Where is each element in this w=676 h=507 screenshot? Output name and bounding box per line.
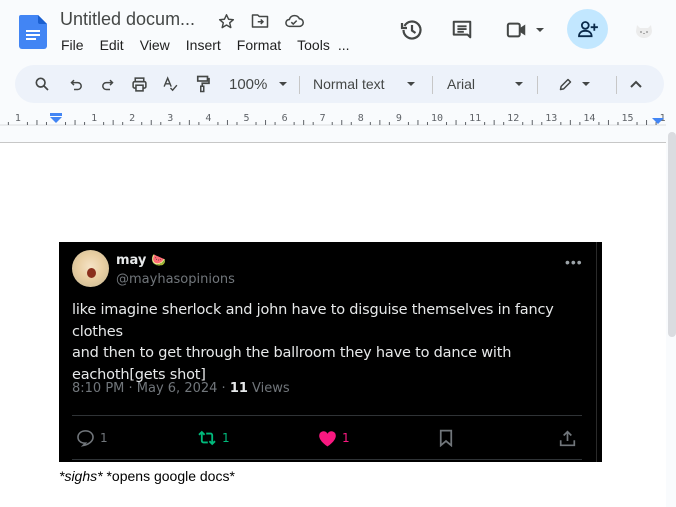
- undo-icon[interactable]: [65, 65, 87, 103]
- body-text: *opens google docs*: [102, 468, 235, 484]
- reply-icon: [77, 430, 94, 447]
- share-button[interactable]: [567, 9, 608, 49]
- ruler-label: 10: [431, 113, 443, 124]
- views-count: 11: [229, 381, 248, 396]
- font-value: Arial: [447, 76, 476, 92]
- ruler-label: 11: [469, 113, 481, 124]
- ruler-label: 4: [205, 113, 211, 124]
- google-docs-icon[interactable]: [19, 15, 47, 49]
- tweet-timestamp: 8:10 PM · May 6, 2024 · 11 Views: [72, 381, 290, 396]
- ruler-label: 13: [545, 113, 557, 124]
- ruler-label: 3: [167, 113, 173, 124]
- tweet-text: like imagine sherlock and john have to d…: [72, 300, 587, 386]
- caret-down-icon: [515, 82, 523, 86]
- caret-down-icon: [536, 28, 544, 32]
- tweet-text-line: and then to get through the ballroom the…: [72, 345, 512, 361]
- video-call-icon: [506, 22, 526, 38]
- scrollbar-thumb[interactable]: [668, 132, 676, 337]
- toolbar-divider: [537, 76, 538, 94]
- cloud-saved-icon[interactable]: [284, 11, 304, 31]
- hide-menus-button[interactable]: [627, 65, 645, 103]
- title-bar: Untitled docum... File Edit View Insert …: [0, 0, 676, 62]
- search-icon[interactable]: [31, 65, 53, 103]
- ruler-label: 5: [243, 113, 249, 124]
- embedded-tweet-image[interactable]: may 🍉 @mayhasopinions ••• like imagine s…: [59, 242, 602, 462]
- comments-icon[interactable]: [447, 12, 477, 48]
- share-upload-icon: [559, 429, 576, 446]
- add-person-icon: [577, 21, 598, 38]
- toolbar-divider: [299, 76, 300, 94]
- ruler-label: 14: [583, 113, 595, 124]
- paint-format-icon[interactable]: [192, 65, 214, 103]
- zoom-value: 100%: [229, 75, 268, 93]
- left-indent-marker[interactable]: [50, 113, 62, 123]
- toolbar-divider: [616, 76, 617, 94]
- pencil-edit-icon: [559, 78, 572, 90]
- formatting-toolbar: 100% Normal text Arial: [15, 65, 664, 103]
- caret-down-icon: [582, 82, 590, 86]
- watermelon-emoji: 🍉: [150, 253, 166, 267]
- profile-avatar[interactable]: [633, 20, 655, 40]
- paragraph-style-select[interactable]: Normal text: [313, 65, 417, 103]
- document-text-line[interactable]: *sighs* *opens google docs*: [59, 468, 235, 484]
- editing-mode-select[interactable]: [555, 65, 593, 103]
- video-call-button[interactable]: [503, 12, 547, 48]
- tweet-author-handle: @mayhasopinions: [116, 272, 235, 287]
- share-action: [559, 427, 576, 449]
- chevron-up-icon: [630, 80, 642, 88]
- menu-more[interactable]: ...: [338, 37, 350, 53]
- tweet-author-name: may 🍉: [116, 253, 166, 268]
- ruler-label: 8: [358, 113, 364, 124]
- image-border: [596, 242, 597, 462]
- tweet-divider: [72, 459, 582, 460]
- retweet-icon: [198, 430, 216, 446]
- menu-insert[interactable]: Insert: [186, 37, 221, 53]
- ruler-label: 9: [396, 113, 402, 124]
- font-select[interactable]: Arial: [447, 65, 525, 103]
- document-title[interactable]: Untitled docum...: [60, 9, 195, 30]
- menu-view[interactable]: View: [140, 37, 170, 53]
- menu-tools[interactable]: Tools: [297, 37, 330, 53]
- caret-down-icon: [279, 82, 288, 86]
- ruler-label: 15: [621, 113, 633, 124]
- menu-bar: File Edit View Insert Format Tools ...: [61, 37, 366, 53]
- heart-icon: [319, 430, 336, 446]
- menu-edit[interactable]: Edit: [100, 37, 124, 53]
- like-action: 1: [318, 427, 350, 449]
- zoom-select[interactable]: 100%: [225, 65, 291, 103]
- bookmark-action: [439, 427, 453, 449]
- toolbar-divider: [432, 76, 433, 94]
- ruler-label: 1: [91, 113, 97, 124]
- redo-icon[interactable]: [96, 65, 118, 103]
- menu-file[interactable]: File: [61, 37, 84, 53]
- more-options-icon: •••: [565, 254, 583, 270]
- paragraph-style-value: Normal text: [313, 76, 385, 92]
- horizontal-ruler[interactable]: 123456789101112131415161: [0, 110, 666, 132]
- ruler-label: 12: [507, 113, 519, 124]
- version-history-icon[interactable]: [397, 12, 427, 48]
- print-icon[interactable]: [128, 65, 150, 103]
- star-icon[interactable]: [216, 11, 236, 31]
- tweet-divider: [72, 415, 582, 416]
- menu-format[interactable]: Format: [237, 37, 281, 53]
- italic-text: *sighs*: [59, 468, 103, 484]
- ruler-label: 2: [129, 113, 135, 124]
- spellcheck-icon[interactable]: [159, 65, 181, 103]
- tweet-text-line: like imagine sherlock and john have to d…: [72, 302, 554, 340]
- ruler-label: 1: [15, 113, 21, 124]
- reply-action: 1: [76, 427, 108, 449]
- ruler-label: 6: [282, 113, 288, 124]
- retweet-action: 1: [197, 427, 230, 449]
- caret-down-icon: [407, 82, 415, 86]
- tweet-avatar: [72, 250, 109, 287]
- move-to-folder-icon[interactable]: [250, 11, 270, 31]
- bookmark-icon: [439, 429, 453, 447]
- ruler-label: 7: [320, 113, 326, 124]
